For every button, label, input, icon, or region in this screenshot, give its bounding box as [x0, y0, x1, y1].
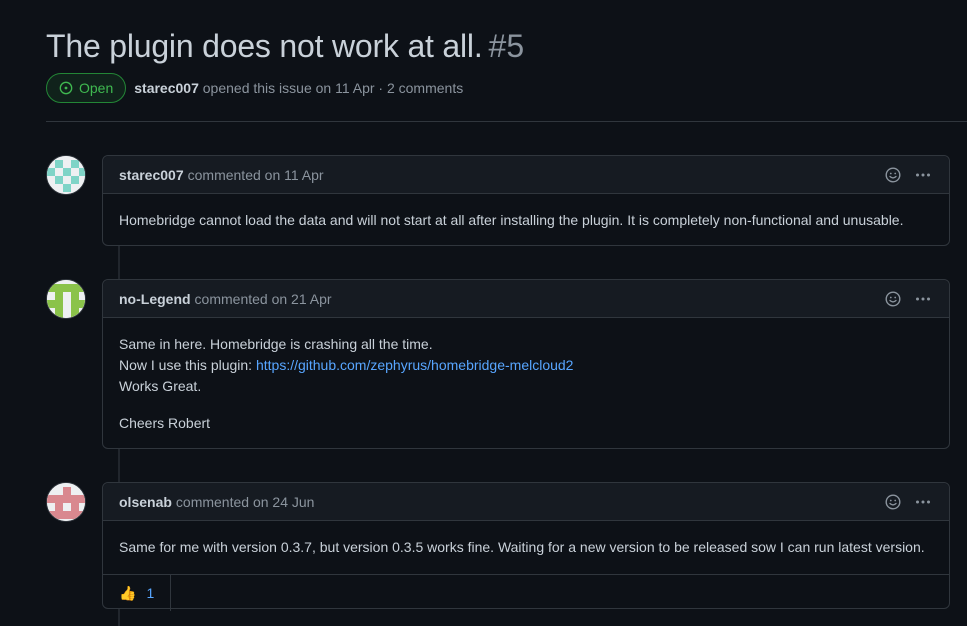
issue-meta-detail: opened this issue on 11 Apr · 2 comments	[202, 80, 464, 96]
comment-text: Homebridge cannot load the data and will…	[119, 212, 904, 228]
comment-author[interactable]: olsenab	[119, 494, 172, 510]
plugin-link[interactable]: https://github.com/zephyrus/homebridge-m…	[256, 357, 574, 373]
reaction-count: 1	[146, 585, 155, 601]
smiley-icon[interactable]	[885, 291, 901, 307]
comment-header: olsenab commented on 24 Jun	[103, 483, 949, 521]
comment-header: starec007 commented on 11 Apr	[103, 156, 949, 194]
comment-signoff: Cheers Robert	[119, 415, 211, 431]
comment-actions	[885, 156, 931, 194]
issue-author-link[interactable]: starec007	[134, 80, 199, 96]
comment-text: Now I use this plugin: https://github.co…	[119, 355, 933, 376]
kebab-horizontal-icon[interactable]	[915, 494, 931, 510]
header-divider	[46, 121, 967, 122]
avatar[interactable]	[46, 482, 86, 522]
comment: olsenab commented on 24 Jun Same for me …	[102, 482, 950, 611]
issue-opened-icon	[59, 81, 73, 95]
comment-author[interactable]: starec007	[119, 167, 184, 183]
issue-meta: Open starec007 opened this issue on 11 A…	[46, 73, 463, 103]
comment-text: Same for me with version 0.3.7, but vers…	[119, 539, 925, 555]
reactions-bar: 👍 1	[103, 574, 949, 611]
comment-author[interactable]: no-Legend	[119, 291, 191, 307]
comment-body: Same in here. Homebridge is crashing all…	[103, 318, 949, 450]
thumbs-up-icon: 👍	[119, 584, 137, 601]
reaction-thumbs-up[interactable]: 👍 1	[103, 575, 172, 611]
comment-timestamp[interactable]: commented on 21 Apr	[195, 291, 332, 307]
comment-actions	[885, 483, 931, 521]
comment-text-prefix: Now I use this plugin:	[119, 357, 256, 373]
comment-text: Works Great.	[119, 378, 202, 394]
kebab-horizontal-icon[interactable]	[915, 291, 931, 307]
issue-meta-text: starec007 opened this issue on 11 Apr · …	[134, 80, 463, 96]
timeline-connector	[118, 246, 120, 280]
comment: starec007 commented on 11 Apr Homebridge…	[102, 155, 950, 246]
kebab-horizontal-icon[interactable]	[915, 167, 931, 183]
status-badge: Open	[46, 73, 127, 103]
avatar[interactable]	[46, 155, 86, 195]
issue-number: #5	[488, 28, 525, 64]
comment-text: Same in here. Homebridge is crashing all…	[119, 336, 433, 352]
timeline-connector	[118, 449, 120, 483]
comment-body: Same for me with version 0.3.7, but vers…	[103, 521, 949, 574]
comment-actions	[885, 280, 931, 318]
comment-timestamp[interactable]: commented on 11 Apr	[188, 167, 324, 183]
comment-body: Homebridge cannot load the data and will…	[103, 194, 949, 247]
comment-header: no-Legend commented on 21 Apr	[103, 280, 949, 318]
issue-title: The plugin does not work at all.	[46, 28, 483, 64]
timeline-connector	[118, 609, 120, 626]
status-label: Open	[79, 80, 114, 96]
issue-title-row: The plugin does not work at all. #5	[46, 28, 524, 65]
smiley-icon[interactable]	[885, 494, 901, 510]
comment: no-Legend commented on 21 Apr Same in he…	[102, 279, 950, 449]
comment-timestamp[interactable]: commented on 24 Jun	[176, 494, 315, 510]
avatar[interactable]	[46, 279, 86, 319]
smiley-icon[interactable]	[885, 167, 901, 183]
